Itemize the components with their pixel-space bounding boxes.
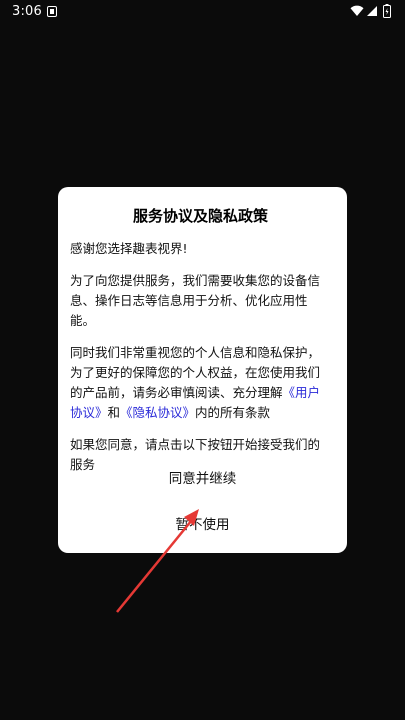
- privacy-dialog: 服务协议及隐私政策 感谢您选择趣表视界! 为了向您提供服务，我们需要收集您的设备…: [58, 187, 347, 553]
- notification-icon: [47, 6, 57, 17]
- data-collection-text: 为了向您提供服务，我们需要收集您的设备信息、操作日志等信息用于分析、优化应用性能…: [70, 273, 321, 328]
- privacy-policy-link[interactable]: 《隐私协议》: [120, 405, 195, 420]
- wifi-icon: [350, 5, 364, 16]
- privacy-text-suffix: 内的所有条款: [195, 405, 271, 420]
- battery-icon: [383, 4, 391, 18]
- privacy-paragraph: 同时我们非常重视您的个人信息和隐私保护，为了更好的保障您的个人权益，在您使用我们…: [70, 343, 331, 423]
- status-bar: 3:06: [0, 0, 405, 24]
- decline-button[interactable]: 暂不使用: [58, 515, 347, 535]
- status-time: 3:06: [12, 4, 42, 19]
- signal-icon: [367, 6, 377, 16]
- greeting-text: 感谢您选择趣表视界!: [70, 241, 188, 256]
- dialog-title: 服务协议及隐私政策: [132, 207, 268, 225]
- agree-continue-button[interactable]: 同意并继续: [58, 469, 347, 489]
- and-text: 和: [107, 405, 121, 420]
